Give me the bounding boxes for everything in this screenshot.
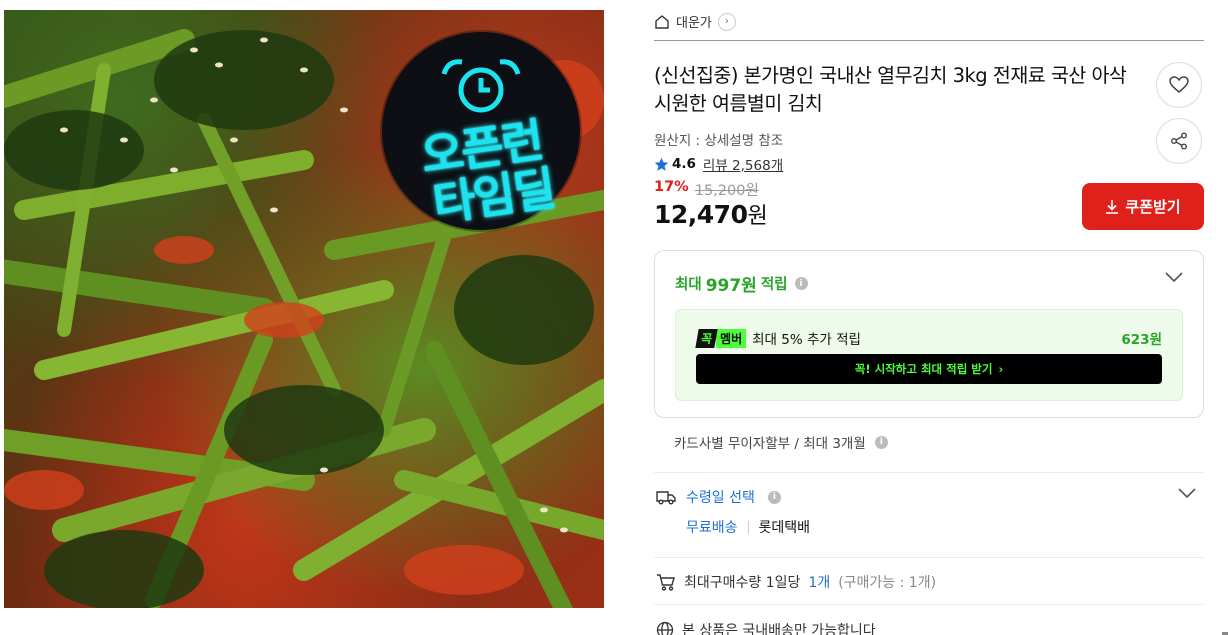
origin-info: 원산지 : 상세설명 참조 bbox=[654, 133, 784, 149]
info-icon[interactable]: i bbox=[794, 277, 808, 290]
free-shipping-label: 무료배송 bbox=[686, 520, 738, 536]
section-divider bbox=[654, 472, 1204, 473]
delivery-section[interactable]: 수령일 선택 i 무료배송 롯데택배 bbox=[656, 487, 1204, 537]
delivery-date-label[interactable]: 수령일 선택 bbox=[686, 487, 755, 507]
reward-suffix: 적립 bbox=[760, 277, 788, 293]
product-image[interactable]: 오픈런 타임딜 bbox=[4, 10, 604, 608]
delivery-date-row[interactable]: 수령일 선택 i bbox=[656, 487, 1204, 507]
reward-prefix: 최대 bbox=[675, 277, 702, 293]
globe-icon bbox=[656, 621, 674, 635]
member-benefit-box: 꼭 멤버 최대 5% 추가 적립 623원 꼭! 시작하고 최대 적립 받기 › bbox=[675, 309, 1183, 401]
reward-box: 최대 997원 적립 i 꼭 멤버 최대 5% 추가 적립 623원 꼭! 시작… bbox=[654, 250, 1204, 418]
share-icon bbox=[1171, 132, 1187, 150]
chevron-down-icon[interactable] bbox=[1178, 487, 1196, 499]
wishlist-button[interactable] bbox=[1156, 62, 1202, 108]
sale-price: 12,470원 bbox=[654, 198, 768, 230]
max-purchase-available: (구매가능 : 1개) bbox=[838, 575, 937, 591]
member-logo-label: 멤버 bbox=[716, 328, 747, 348]
member-start-label: 꼭! 시작하고 최대 적립 받기 bbox=[854, 362, 993, 376]
max-purchase-label: 최대구매수량 1일당 bbox=[684, 575, 801, 591]
member-benefit-row: 꼭 멤버 최대 5% 추가 적립 623원 bbox=[695, 328, 1162, 348]
breadcrumb-label[interactable]: 대운가 bbox=[676, 12, 712, 31]
download-icon bbox=[1106, 200, 1119, 214]
section-divider bbox=[654, 604, 1204, 605]
alarm-clock-icon bbox=[441, 59, 521, 113]
breadcrumb-divider bbox=[654, 40, 1204, 41]
member-start-button[interactable]: 꼭! 시작하고 최대 적립 받기 › bbox=[696, 354, 1162, 384]
discount-percent: 17% bbox=[654, 179, 689, 195]
section-divider bbox=[654, 557, 1204, 558]
member-benefit-amount: 623원 bbox=[1121, 332, 1162, 348]
max-purchase-qty: 1개 bbox=[808, 575, 831, 591]
domestic-shipping-info: 본 상품은 국내배송만 가능합니다 bbox=[656, 620, 876, 635]
coupon-button-label: 쿠폰받기 bbox=[1125, 198, 1181, 216]
review-link[interactable]: 리뷰 2,568개 bbox=[703, 154, 783, 174]
heart-icon bbox=[1169, 76, 1189, 93]
carrier-label: 롯데택배 bbox=[758, 520, 811, 536]
home-icon bbox=[655, 15, 669, 29]
original-price: 15,200원 bbox=[694, 183, 759, 199]
member-benefit-text: 최대 5% 추가 적립 bbox=[752, 332, 861, 348]
domestic-shipping-text: 본 상품은 국내배송만 가능합니다 bbox=[682, 623, 876, 635]
star-icon bbox=[654, 157, 669, 171]
chevron-right-icon: › bbox=[998, 362, 1004, 376]
share-button[interactable] bbox=[1156, 118, 1202, 164]
info-icon[interactable]: i bbox=[767, 490, 781, 504]
rating: 4.6 리뷰 2,568개 bbox=[654, 154, 783, 174]
product-title: (신선집중) 본가명인 국내산 열무김치 3kg 전재료 국산 아삭 시원한 여… bbox=[654, 64, 1127, 115]
sale-price-value: 12,470 bbox=[654, 200, 748, 229]
installment-info: 카드사별 무이자할부 / 최대 3개월 i bbox=[674, 432, 888, 452]
info-icon[interactable]: i bbox=[874, 435, 888, 449]
max-purchase-info: 최대구매수량 1일당 1개 (구매가능 : 1개) bbox=[656, 572, 936, 592]
sale-price-unit: 원 bbox=[747, 204, 768, 229]
timedeal-badge: 오픈런 타임딜 bbox=[382, 32, 580, 231]
rating-score: 4.6 bbox=[672, 156, 696, 172]
reward-amount: 997원 bbox=[705, 276, 757, 296]
chevron-right-icon[interactable]: › bbox=[717, 12, 736, 31]
reward-header[interactable]: 최대 997원 적립 i bbox=[675, 271, 808, 296]
discount-row: 17% 15,200원 bbox=[654, 179, 759, 200]
divider bbox=[747, 520, 749, 534]
breadcrumb[interactable]: 대운가 › bbox=[654, 12, 736, 31]
chevron-down-icon[interactable] bbox=[1165, 271, 1183, 283]
delivery-method-row: 무료배송 롯데택배 bbox=[686, 517, 1204, 537]
member-logo-tag: 꼭 bbox=[695, 328, 718, 348]
cart-icon bbox=[657, 574, 675, 591]
truck-icon bbox=[656, 491, 676, 505]
installment-text: 카드사별 무이자할부 / 최대 3개월 bbox=[674, 436, 866, 452]
coupon-download-button[interactable]: 쿠폰받기 bbox=[1082, 183, 1204, 230]
